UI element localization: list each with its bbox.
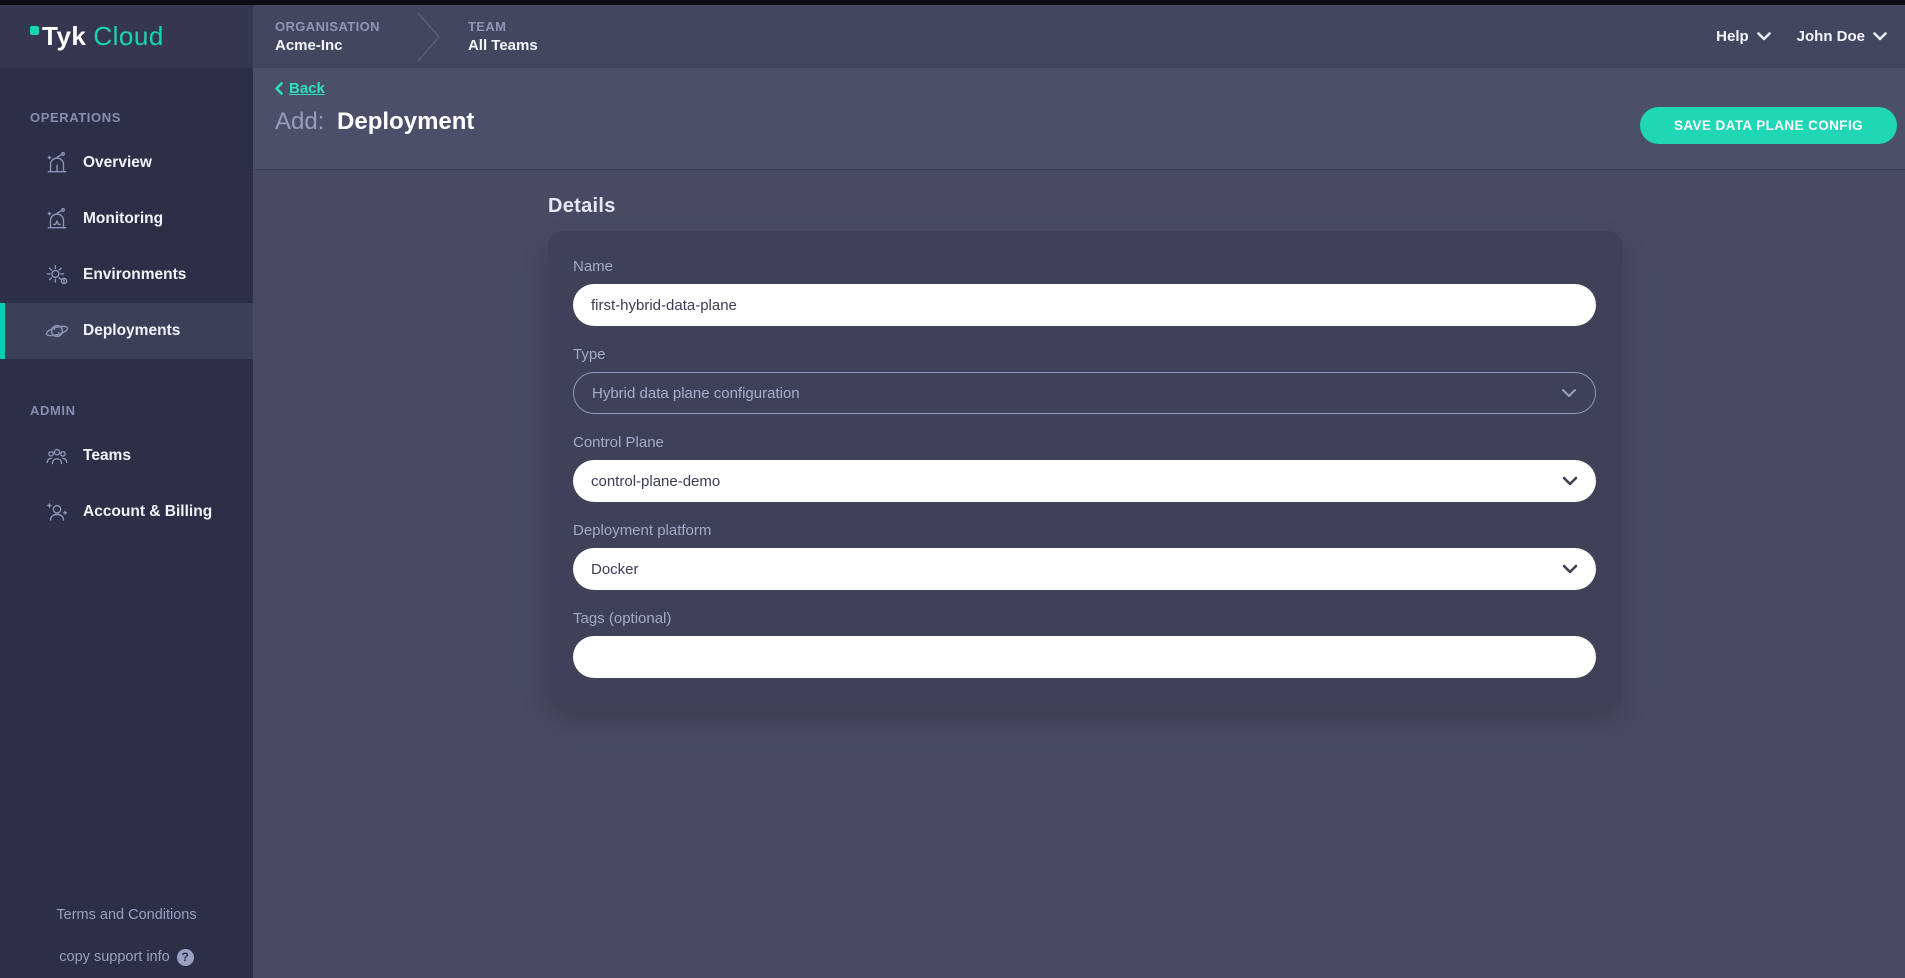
monitoring-icon [44, 206, 70, 232]
type-select: Hybrid data plane configuration [573, 372, 1596, 414]
sidebar-item-overview[interactable]: Overview [0, 135, 253, 191]
deployment-platform-field: Deployment platform Docker [573, 522, 1598, 590]
tyk-cloud-logo[interactable]: Tyk Cloud [30, 21, 164, 52]
sidebar-item-account-billing[interactable]: Account & Billing [0, 484, 253, 540]
control-plane-select[interactable]: control-plane-demo [573, 460, 1596, 502]
sidebar-item-label: Environments [83, 266, 186, 284]
sidebar-item-label: Deployments [83, 322, 180, 340]
organisation-label: ORGANISATION [275, 19, 380, 34]
breadcrumb-team[interactable]: TEAM All Teams [468, 19, 538, 54]
details-card: Name Type Hybrid data plane configuratio… [548, 231, 1623, 709]
page-title-prefix: Add: [275, 108, 324, 135]
sidebar-item-deployments[interactable]: Deployments [0, 303, 253, 359]
person-sparkle-icon [44, 499, 70, 525]
support-label: copy support info [59, 949, 169, 965]
sidebar-footer: Terms and Conditions copy support info ? [0, 906, 253, 966]
chevron-down-icon [1873, 32, 1887, 41]
deployment-platform-label: Deployment platform [573, 522, 1598, 539]
tags-label: Tags (optional) [573, 610, 1598, 627]
main-content: Back Add: Deployment SAVE DATA PLANE CON… [253, 68, 1905, 978]
copy-support-info-link[interactable]: copy support info ? [59, 949, 193, 966]
save-data-plane-config-button[interactable]: SAVE DATA PLANE CONFIG [1640, 107, 1897, 144]
top-chrome: Tyk Cloud ORGANISATION Acme-Inc TEAM All… [0, 5, 1905, 68]
team-value: All Teams [468, 37, 538, 54]
chevron-down-icon [1562, 476, 1578, 486]
app-window: Tyk Cloud ORGANISATION Acme-Inc TEAM All… [0, 0, 1905, 978]
sidebar-item-teams[interactable]: Teams [0, 428, 253, 484]
sidebar-item-label: Teams [83, 447, 131, 465]
people-icon [44, 443, 70, 469]
observatory-icon [44, 150, 70, 176]
planet-icon [44, 318, 70, 344]
chevron-down-icon [1757, 32, 1771, 41]
breadcrumb-bar: ORGANISATION Acme-Inc TEAM All Teams Hel… [253, 5, 1905, 68]
back-label: Back [289, 80, 325, 97]
breadcrumb-organisation[interactable]: ORGANISATION Acme-Inc [275, 19, 380, 54]
control-plane-select-value: control-plane-demo [591, 473, 720, 490]
help-menu[interactable]: Help [1716, 28, 1771, 45]
logo-block: Tyk Cloud [0, 5, 253, 68]
terms-and-conditions-link[interactable]: Terms and Conditions [56, 907, 196, 923]
tags-field: Tags (optional) [573, 610, 1598, 678]
deployment-platform-select-value: Docker [591, 561, 639, 578]
details-form: Details Name Type Hybrid data plane conf… [548, 195, 1623, 709]
tyk-logo-mark-icon [30, 26, 39, 35]
type-label: Type [573, 346, 1598, 363]
tags-input[interactable] [573, 636, 1596, 678]
logo-brand-text: Tyk [42, 21, 86, 52]
logo-product-text: Cloud [93, 21, 163, 52]
sidebar-item-monitoring[interactable]: Monitoring [0, 191, 253, 247]
type-select-value: Hybrid data plane configuration [592, 385, 800, 402]
deployment-platform-select[interactable]: Docker [573, 548, 1596, 590]
page-title-main: Deployment [337, 108, 474, 135]
sidebar: OPERATIONS Overview Monitoring Environme… [0, 68, 253, 978]
name-input[interactable] [573, 284, 1596, 326]
page-body: Details Name Type Hybrid data plane conf… [253, 170, 1905, 978]
type-field: Type Hybrid data plane configuration [573, 346, 1598, 414]
gear-orbit-icon [44, 262, 70, 288]
body-row: OPERATIONS Overview Monitoring Environme… [0, 68, 1905, 978]
team-label: TEAM [468, 19, 538, 34]
name-label: Name [573, 258, 1598, 275]
terms-label: Terms and Conditions [56, 907, 196, 923]
user-menu[interactable]: John Doe [1797, 28, 1887, 45]
control-plane-label: Control Plane [573, 434, 1598, 451]
name-field: Name [573, 258, 1598, 326]
topbar-right: Help John Doe [1716, 28, 1887, 45]
sidebar-section-operations: OPERATIONS [30, 110, 253, 125]
chevron-down-icon [1561, 388, 1577, 398]
user-name: John Doe [1797, 28, 1865, 45]
question-mark-icon: ? [177, 949, 194, 966]
control-plane-field: Control Plane control-plane-demo [573, 434, 1598, 502]
organisation-value: Acme-Inc [275, 37, 380, 54]
chevron-left-icon [275, 82, 283, 95]
breadcrumb-chevron-icon [416, 10, 442, 64]
sidebar-item-label: Monitoring [83, 210, 163, 228]
back-link[interactable]: Back [275, 80, 325, 97]
page-header: Back Add: Deployment SAVE DATA PLANE CON… [253, 68, 1905, 170]
sidebar-item-environments[interactable]: Environments [0, 247, 253, 303]
sidebar-item-label: Account & Billing [83, 503, 212, 521]
sidebar-section-admin: ADMIN [30, 403, 253, 418]
help-label: Help [1716, 28, 1749, 45]
sidebar-item-label: Overview [83, 154, 152, 172]
chevron-down-icon [1562, 564, 1578, 574]
details-section-title: Details [548, 195, 1623, 218]
